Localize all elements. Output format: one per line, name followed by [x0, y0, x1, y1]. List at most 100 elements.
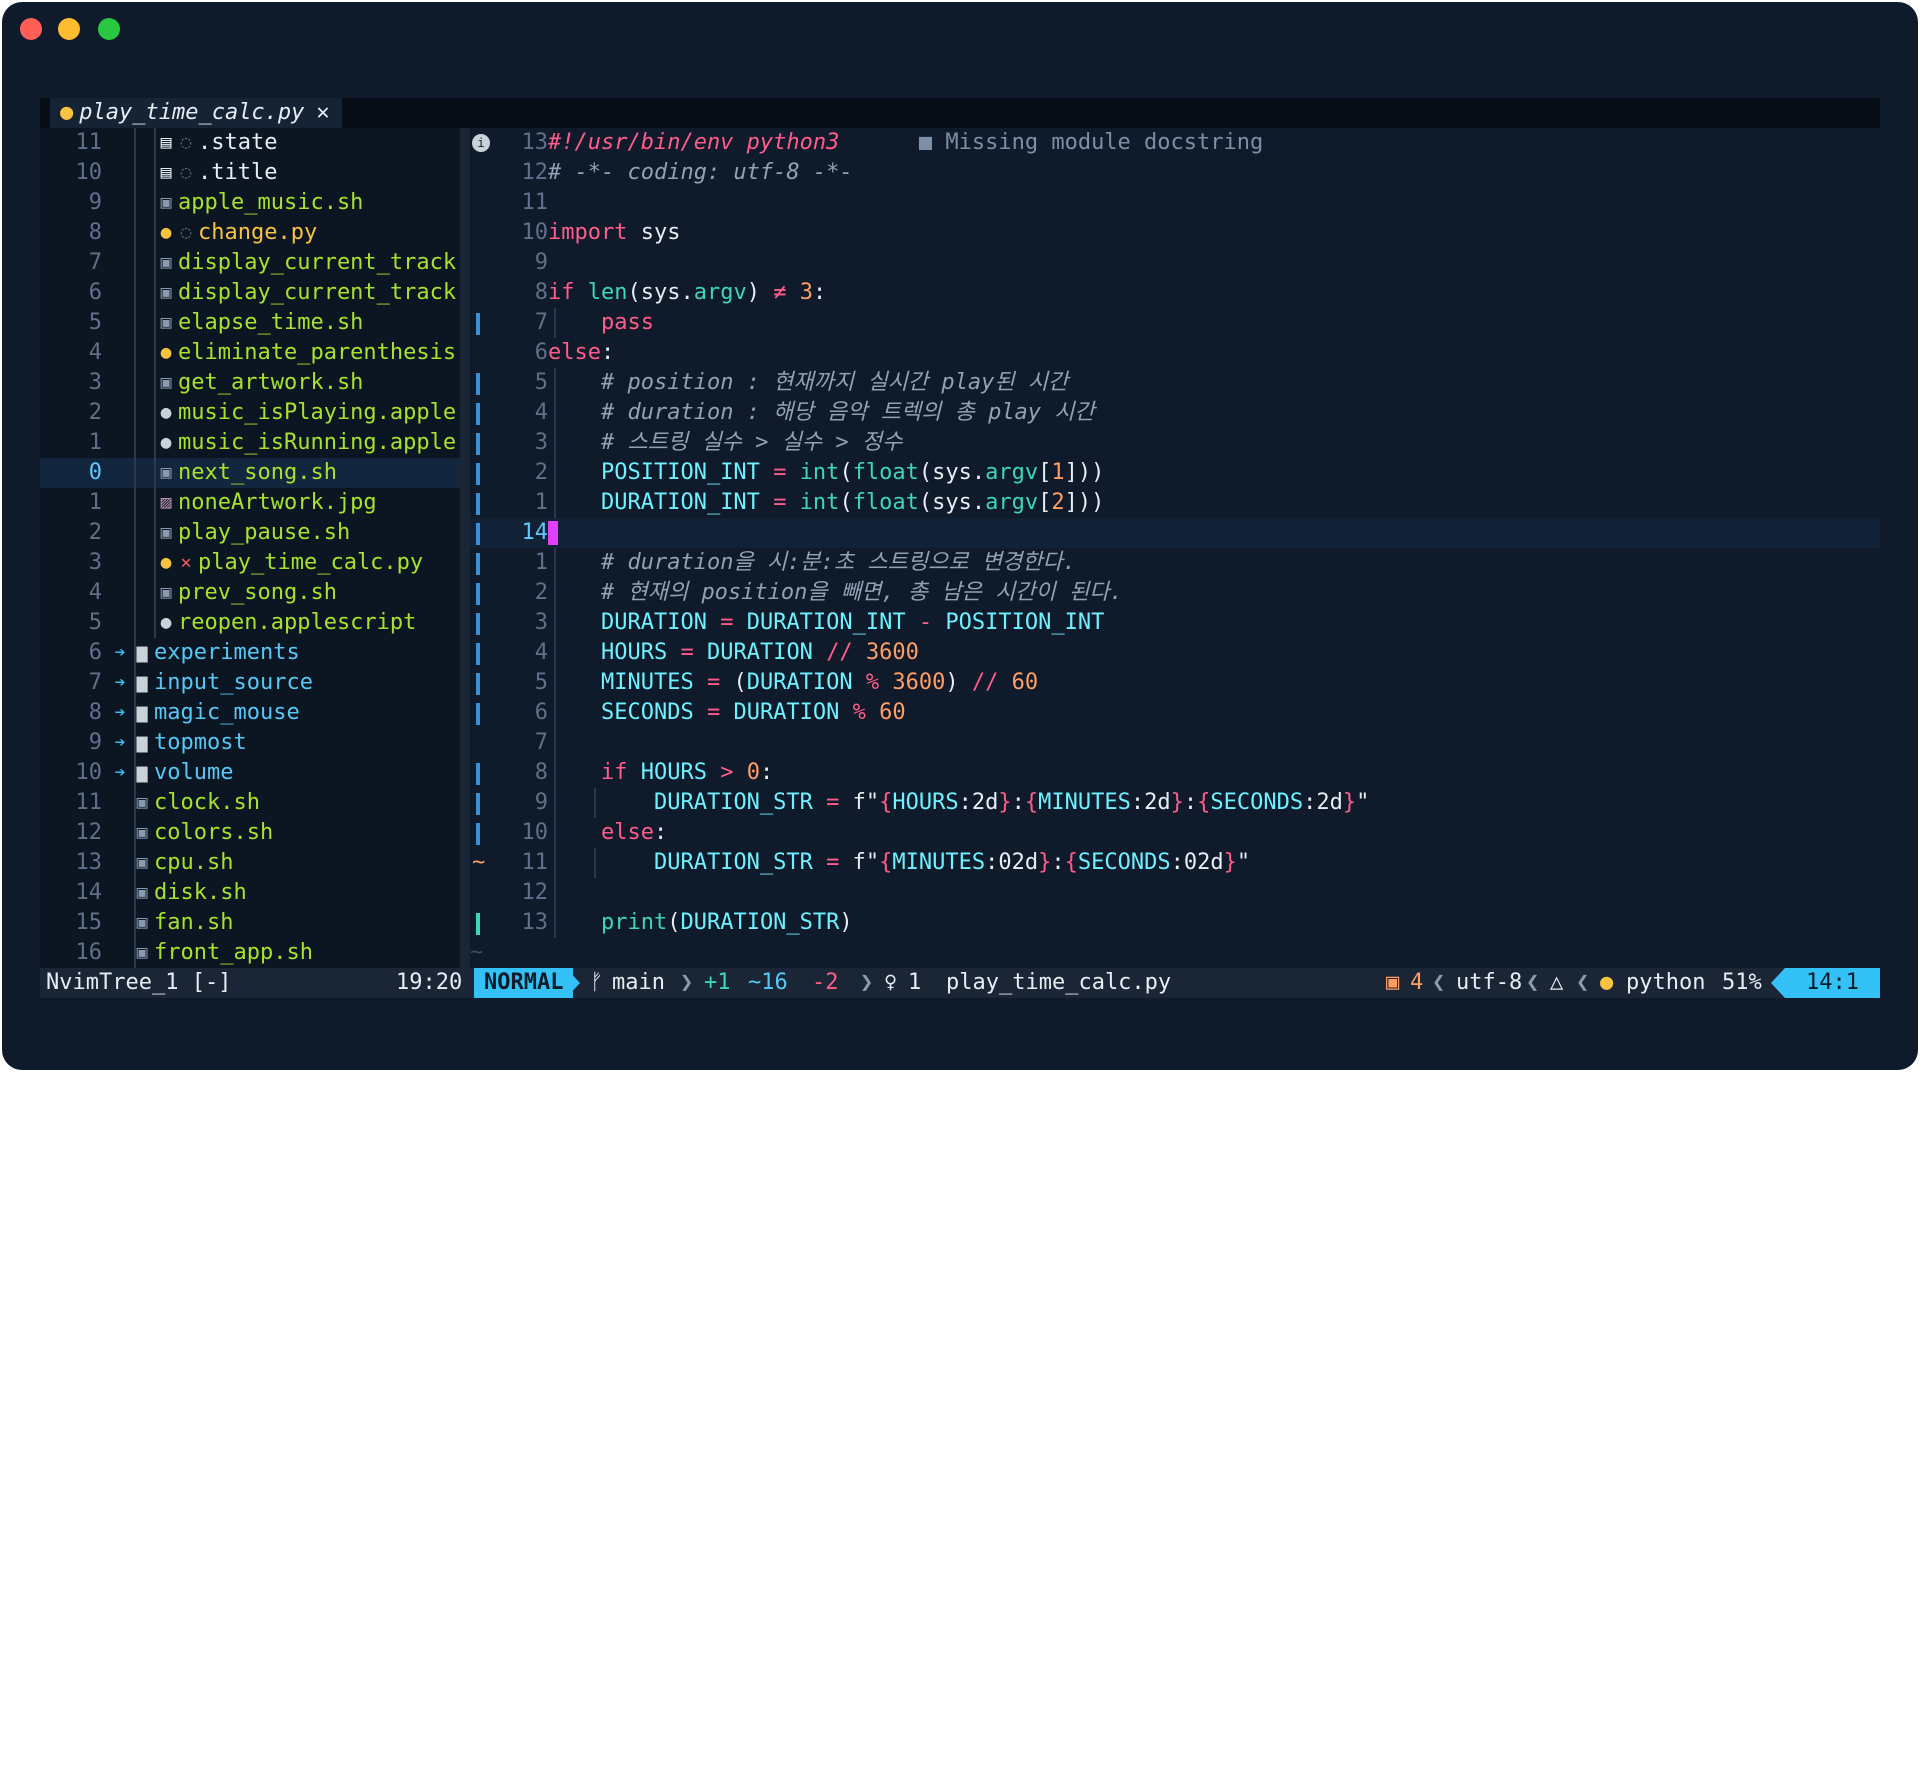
- tree-row[interactable]: 6 ▣ display_current_track: [40, 278, 460, 308]
- scroll-percent: 51%: [1722, 970, 1762, 995]
- code-text: # 스트링 실수 > 실수 > 정수: [600, 430, 903, 455]
- code-line[interactable]: 8 if len(sys.argv) ≠ 3:: [470, 278, 1880, 308]
- code-line[interactable]: 1 DURATION_INT = int(float(sys.argv[2])): [470, 488, 1880, 518]
- code-line[interactable]: 6 else:: [470, 338, 1880, 368]
- indent-guide: [134, 458, 136, 488]
- code-line[interactable]: 3 # 스트링 실수 > 실수 > 정수: [470, 428, 1880, 458]
- code-line[interactable]: 13 print(DURATION_STR): [470, 908, 1880, 938]
- tree-row[interactable]: 0 ▣ next_song.sh: [40, 458, 460, 488]
- code-line[interactable]: 5 # position : 현재까지 실시간 play된 시간: [470, 368, 1880, 398]
- tree-row[interactable]: 1 ● music_isRunning.apple: [40, 428, 460, 458]
- terminal-icon: ▣: [160, 252, 172, 273]
- tree-row[interactable]: 2 ▣ play_pause.sh: [40, 518, 460, 548]
- tree-line-number: 4: [88, 340, 102, 365]
- code-line[interactable]: 9: [470, 248, 1880, 278]
- code-line[interactable]: 1 # duration을 시:분:초 스트링으로 변경한다.: [470, 548, 1880, 578]
- tree-row[interactable]: 5 ▣ elapse_time.sh: [40, 308, 460, 338]
- tree-row[interactable]: 6 ➔ ▆ experiments: [40, 638, 460, 668]
- tree-row[interactable]: 11 ▤ ◌ .state: [40, 128, 460, 158]
- tree-row[interactable]: 8 ➔ ▆ magic_mouse: [40, 698, 460, 728]
- code-line[interactable]: 12 # -*- coding: utf-8 -*-: [470, 158, 1880, 188]
- code-line[interactable]: 4 # duration : 해당 음악 트렉의 총 play 시간: [470, 398, 1880, 428]
- tree-row[interactable]: 14 ▣ disk.sh: [40, 878, 460, 908]
- tree-row[interactable]: 4 ● eliminate_parenthesis: [40, 338, 460, 368]
- close-tab-icon[interactable]: ✕: [316, 98, 329, 128]
- indent-guide: [554, 728, 556, 758]
- tab-filename: play_time_calc.py: [79, 100, 305, 125]
- maximize-window-button[interactable]: [98, 18, 120, 40]
- terminal-icon: ▣: [136, 912, 148, 933]
- tree-item-name: colors.sh: [154, 820, 274, 845]
- tree-row[interactable]: 8 ● ◌ change.py: [40, 218, 460, 248]
- apple-icon: ●: [160, 612, 172, 633]
- tree-line-number: 5: [88, 310, 102, 335]
- code-line[interactable]: 7 pass: [470, 308, 1880, 338]
- chevron-right-icon[interactable]: ➔: [110, 758, 130, 788]
- code-line[interactable]: 9 DURATION_STR = f"{HOURS:2d}:{MINUTES:2…: [470, 788, 1880, 818]
- tree-row[interactable]: 11 ▣ clock.sh: [40, 788, 460, 818]
- tree-row[interactable]: 9 ▣ apple_music.sh: [40, 188, 460, 218]
- code-line[interactable]: 10 else:: [470, 818, 1880, 848]
- tree-line-number: 3: [88, 370, 102, 395]
- code-line[interactable]: 6 SECONDS = DURATION % 60: [470, 698, 1880, 728]
- code-line[interactable]: ~11 DURATION_STR = f"{MINUTES:02d}:{SECO…: [470, 848, 1880, 878]
- tree-row[interactable]: 3 ● ✕ play_time_calc.py: [40, 548, 460, 578]
- tree-item-name: volume: [154, 760, 234, 785]
- tree-item-name: display_current_track: [178, 280, 457, 305]
- code-text: import sys: [548, 220, 681, 245]
- folder-icon: ▆: [136, 702, 148, 723]
- python-icon: ●: [160, 222, 172, 243]
- tree-row[interactable]: 1 ▨ noneArtwork.jpg: [40, 488, 460, 518]
- tree-row[interactable]: 7 ▣ display_current_track: [40, 248, 460, 278]
- tree-row[interactable]: 7 ➔ ▆ input_source: [40, 668, 460, 698]
- tree-row[interactable]: 13 ▣ cpu.sh: [40, 848, 460, 878]
- tab-play-time-calc[interactable]: ● play_time_calc.py ✕: [50, 98, 342, 128]
- tree-row[interactable]: 12 ▣ colors.sh: [40, 818, 460, 848]
- tree-line-number: 8: [88, 700, 102, 725]
- code-line[interactable]: 11: [470, 188, 1880, 218]
- code-text: # position : 현재까지 실시간 play된 시간: [600, 370, 1069, 395]
- chevron-right-icon[interactable]: ➔: [110, 638, 130, 668]
- close-window-button[interactable]: [20, 18, 42, 40]
- tree-row[interactable]: 10 ▤ ◌ .title: [40, 158, 460, 188]
- tree-row[interactable]: 16 ▣ front_app.sh: [40, 938, 460, 968]
- modified-mark-icon: ◌: [180, 162, 192, 183]
- code-line[interactable]: 8 if HOURS > 0:: [470, 758, 1880, 788]
- tree-row[interactable]: 2 ● music_isPlaying.apple: [40, 398, 460, 428]
- code-line[interactable]: 3 DURATION = DURATION_INT - POSITION_INT: [470, 608, 1880, 638]
- code-line[interactable]: i 13 #!/usr/bin/env python3 ■ Missing modu…: [470, 128, 1880, 158]
- tree-row[interactable]: 15 ▣ fan.sh: [40, 908, 460, 938]
- chevron-right-icon[interactable]: ➔: [110, 668, 130, 698]
- code-text: if HOURS > 0:: [600, 760, 774, 785]
- tree-row[interactable]: 4 ▣ prev_song.sh: [40, 578, 460, 608]
- tree-row[interactable]: 9 ➔ ▆ topmost: [40, 728, 460, 758]
- tree-row[interactable]: 5 ● reopen.applescript: [40, 608, 460, 638]
- code-line[interactable]: 12: [470, 878, 1880, 908]
- line-number: 7: [534, 310, 548, 335]
- tree-item-name: display_current_track: [178, 250, 457, 275]
- indent-guide: [134, 488, 136, 518]
- diff-added: +1: [704, 970, 731, 995]
- code-line[interactable]: 5 MINUTES = (DURATION % 3600) // 60: [470, 668, 1880, 698]
- folder-icon: ▆: [136, 762, 148, 783]
- tree-row[interactable]: 3 ▣ get_artwork.sh: [40, 368, 460, 398]
- git-sign: [476, 913, 480, 935]
- code-line[interactable]: 14: [470, 518, 1880, 548]
- code-line[interactable]: 10 import sys: [470, 218, 1880, 248]
- code-line[interactable]: 4 HOURS = DURATION // 3600: [470, 638, 1880, 668]
- tree-line-number: 11: [75, 790, 103, 815]
- git-branch-icon: ᚠ: [590, 970, 604, 995]
- tree-statusline: NvimTree_1 [-] 19:20: [40, 968, 463, 998]
- code-line[interactable]: 2 # 현재의 position을 빼면, 총 남은 시간이 된다.: [470, 578, 1880, 608]
- code-editor[interactable]: i 13 #!/usr/bin/env python3 ■ Missing modu…: [470, 128, 1880, 968]
- chevron-right-icon[interactable]: ➔: [110, 698, 130, 728]
- tree-cursor-position: 19:20: [396, 970, 463, 995]
- code-line[interactable]: 7: [470, 728, 1880, 758]
- minimize-window-button[interactable]: [58, 18, 80, 40]
- chevron-right-icon[interactable]: ➔: [110, 728, 130, 758]
- tree-row[interactable]: 10 ➔ ▆ volume: [40, 758, 460, 788]
- tree-item-name: clock.sh: [154, 790, 260, 815]
- code-line[interactable]: 2 POSITION_INT = int(float(sys.argv[1])): [470, 458, 1880, 488]
- git-sign: [476, 523, 480, 545]
- mode-separator: [566, 968, 580, 998]
